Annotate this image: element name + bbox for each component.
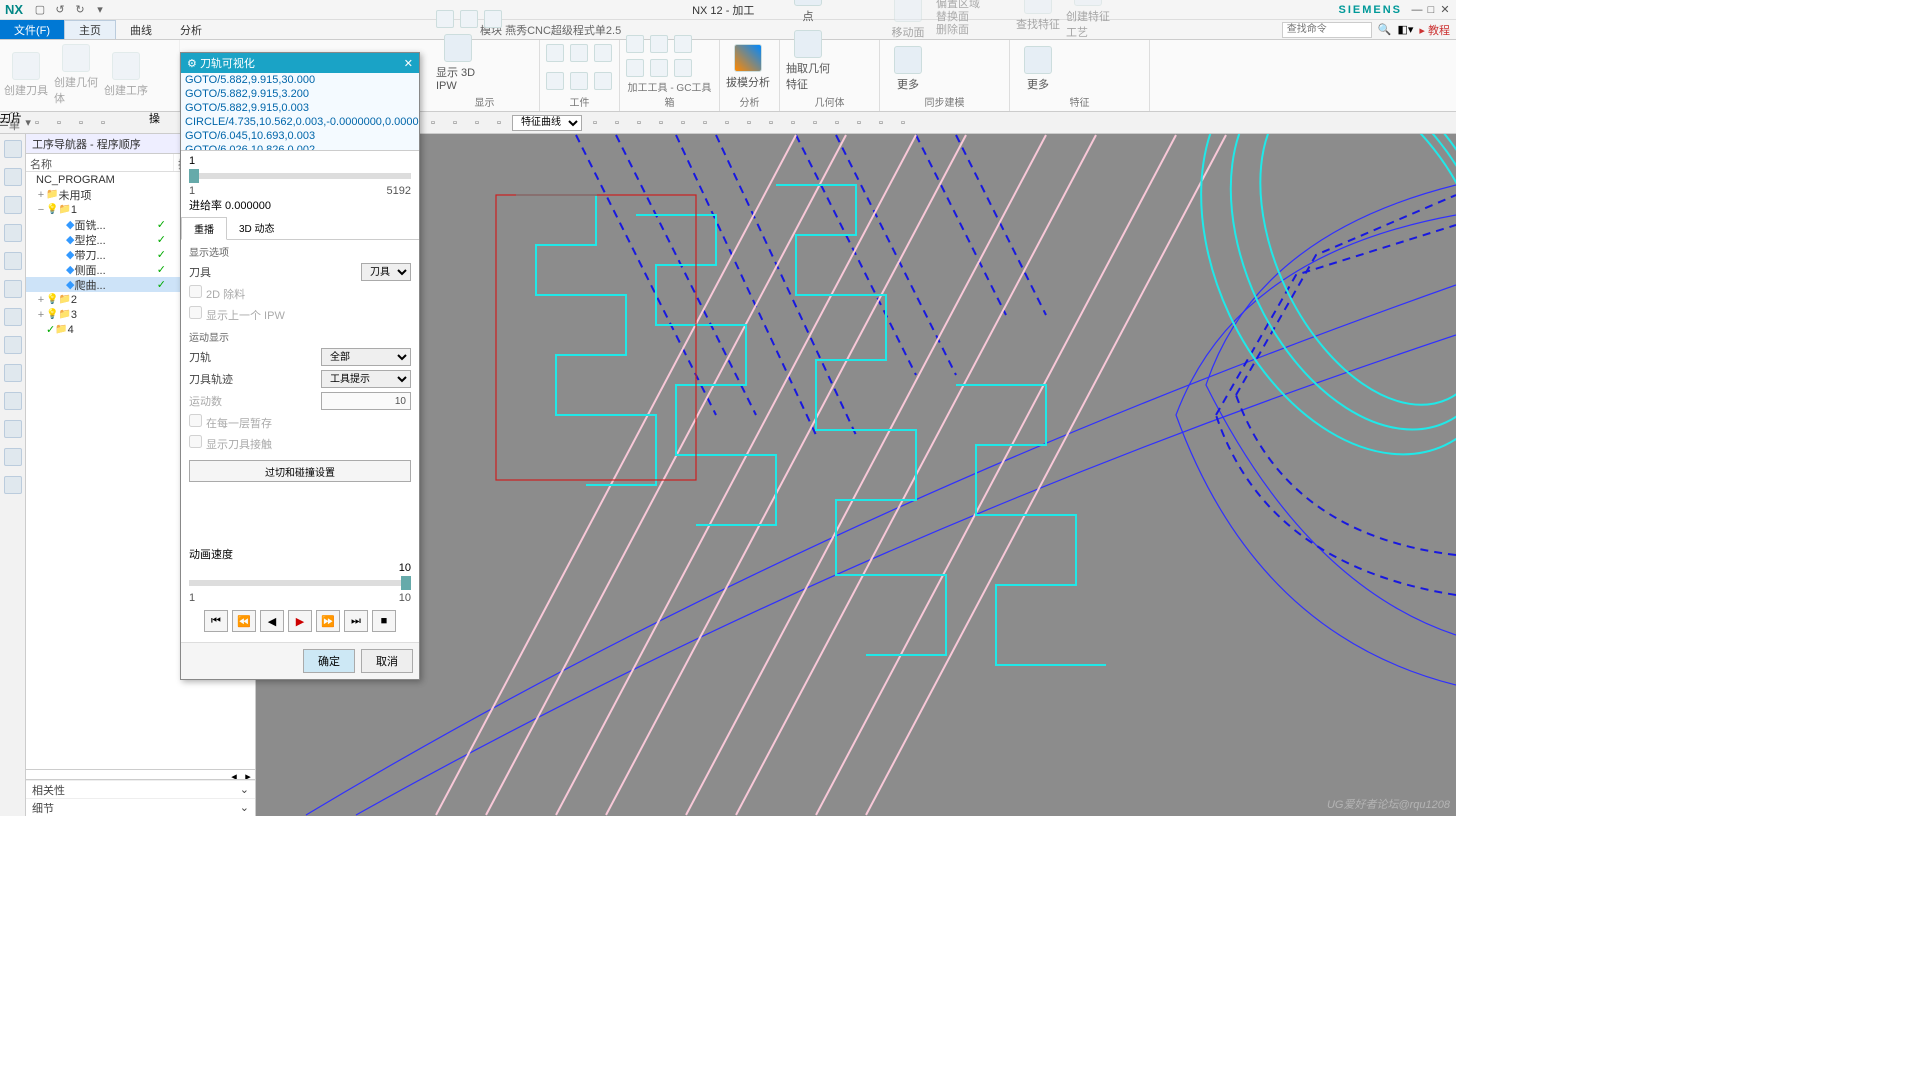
resource-bar [0,134,26,816]
res-icon[interactable] [4,224,22,242]
frame-current: 1 [189,155,411,167]
nav-section-dependency[interactable]: 相关性⌄ [26,780,255,798]
watermark: UG爱好者论坛@rqu1208 [1327,796,1450,812]
rib-icon[interactable] [436,10,454,28]
ribbon-group-display: 显示 [436,92,533,109]
window-title: NX 12 - 加工 [108,2,1338,18]
section-motion: 运动显示 [189,329,411,344]
gear-icon: ⚙ [187,57,197,70]
last-button[interactable]: ⏭ [344,610,368,632]
dialog-title: 刀轨可视化 [200,55,255,71]
goto-list[interactable]: GOTO/5.882,9.915,30.000GOTO/5.882,9.915,… [181,73,419,151]
dialog-titlebar[interactable]: ⚙ 刀轨可视化 ✕ [181,53,419,73]
ribbon-group-feature: 特征 [1016,92,1143,109]
first-button[interactable]: ⏮ [204,610,228,632]
tab-analyze[interactable]: 分析 [166,20,216,39]
tab-home[interactable]: 主页 [64,20,116,39]
section-display: 显示选项 [189,244,411,259]
toolpath-visualize-dialog: ⚙ 刀轨可视化 ✕ GOTO/5.882,9.915,30.000GOTO/5.… [180,52,420,680]
ribbon-group-insert: 刀片 [0,110,149,126]
ribbon-group-analysis: 分析 [726,92,773,109]
help-dropdown[interactable]: ◧▾ [1398,23,1414,36]
res-icon[interactable] [4,308,22,326]
res-icon[interactable] [4,448,22,466]
frame-slider[interactable] [189,173,411,179]
nav-section-detail[interactable]: 细节⌄ [26,798,255,816]
create-ftproc-button[interactable]: 创建特征工艺 [1066,0,1110,40]
extract-geom-button[interactable]: 抽取几何特征 [786,30,830,92]
next-button[interactable]: ⏩ [316,610,340,632]
play-button[interactable]: ▶ [288,610,312,632]
create-tool-button[interactable]: 创建刀具 [4,52,48,98]
chk-contact [189,435,202,448]
show-3dipw-button[interactable]: 显示 3D IPW [436,34,480,92]
tutorial-link[interactable]: ▸ 教程 [1419,22,1450,38]
tab-3ddynamic[interactable]: 3D 动态 [227,217,287,239]
res-icon[interactable] [4,392,22,410]
title-bar: NX ▢↺↻▾ NX 12 - 加工 SIEMENS —□✕ [0,0,1456,20]
ribbon-group-sync: 同步建模 [886,92,1003,109]
res-icon[interactable] [4,336,22,354]
cancel-button[interactable]: 取消 [361,649,413,673]
back-button[interactable]: ◀ [260,610,284,632]
selection-filter[interactable]: 特征曲线 [512,115,582,131]
res-icon[interactable] [4,280,22,298]
moveface-button[interactable]: 移动面 [886,0,930,40]
ribbon-group-gctool: 加工工具 - GC工具箱 [626,77,713,109]
tool-select[interactable]: 刀具 [361,263,411,281]
window-controls[interactable]: —□✕ [1410,3,1452,16]
command-search[interactable] [1282,22,1372,38]
res-icon[interactable] [4,196,22,214]
search-icon[interactable]: 🔍 [1378,23,1392,36]
graphics-viewport[interactable]: UG爱好者论坛@rqu1208 [256,134,1456,816]
find-feature-button[interactable]: 查找特征 [1016,0,1060,32]
point-button[interactable]: 点 [786,0,830,24]
motion-count-input [321,392,411,410]
res-icon[interactable] [4,252,22,270]
file-menu[interactable]: 文件(F) [0,20,64,39]
res-icon[interactable] [4,420,22,438]
speed-slider[interactable] [189,580,411,586]
ribbon-group-workpiece: 工件 [546,92,613,109]
dialog-tabs: 重播 3D 动态 [181,217,419,240]
close-icon[interactable]: ✕ [404,57,413,70]
res-icon[interactable] [4,476,22,494]
quick-access[interactable]: ▢↺↻▾ [28,2,108,18]
tab-curve[interactable]: 曲线 [116,20,166,39]
ok-button[interactable]: 确定 [303,649,355,673]
chk-pause [189,414,202,427]
chk-ipw [189,306,202,319]
more-sync-button[interactable]: 更多 [886,46,930,92]
res-icon[interactable] [4,168,22,186]
create-op-button[interactable]: 创建工序 [104,52,148,98]
create-geom-button[interactable]: 创建几何体 [54,44,98,106]
speed-label: 动画速度 [189,546,411,562]
app-logo: NX [0,2,28,17]
trace-select[interactable]: 工具提示 [321,370,411,388]
ribbon-group-geom: 几何体 [786,92,873,109]
brand-label: SIEMENS [1338,4,1402,16]
gouge-collision-button[interactable]: 过切和碰撞设置 [189,460,411,482]
view-triad[interactable] [286,134,1456,796]
prev-button[interactable]: ⏪ [232,610,256,632]
stop-button[interactable]: ■ [372,610,396,632]
nav-icon[interactable] [4,140,22,158]
feedrate-label: 进给率 0.000000 [189,197,411,213]
draft-analysis-button[interactable]: 拔模分析 [726,44,770,90]
tab-replay[interactable]: 重播 [181,217,227,240]
playback-controls: ⏮ ⏪ ◀ ▶ ⏩ ⏭ ■ [189,610,411,632]
chk-2d [189,285,202,298]
menu-bar: 文件(F) 主页 曲线 分析 模块 燕秀CNC超级程式单2.5 🔍 ◧▾ ▸ 教… [0,20,1456,40]
more-feature-button[interactable]: 更多 [1016,46,1060,92]
path-select[interactable]: 全部 [321,348,411,366]
res-icon[interactable] [4,364,22,382]
